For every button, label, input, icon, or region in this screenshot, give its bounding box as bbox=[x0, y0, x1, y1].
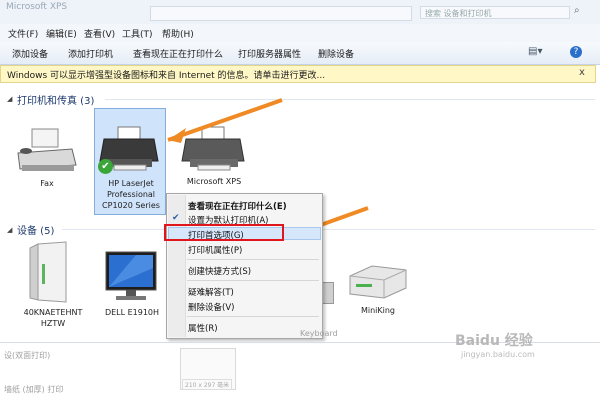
menu-separator bbox=[187, 280, 319, 281]
baidu-watermark: Baidu 经验 jingyan.baidu.com bbox=[455, 330, 535, 359]
context-menu: 查看现在正在打印什么(E) ✔ 设置为默认打印机(A) 打印首选项(G) 打印机… bbox=[166, 193, 323, 339]
menu-separator bbox=[187, 316, 319, 317]
menu-separator bbox=[187, 259, 319, 260]
watermark-url: jingyan.baidu.com bbox=[461, 350, 535, 359]
menu-item-troubleshoot[interactable]: 疑难解答(T) bbox=[188, 286, 234, 298]
menu-item-see-printing[interactable]: 查看现在正在打印什么(E) bbox=[188, 200, 287, 212]
menu-item-remove-device[interactable]: 删除设备(V) bbox=[188, 301, 234, 313]
menu-item-properties[interactable]: 属性(R) bbox=[188, 322, 218, 334]
highlight-annotation-box bbox=[164, 224, 284, 241]
menu-item-create-shortcut[interactable]: 创建快捷方式(S) bbox=[188, 265, 251, 277]
paper-size-caption: 210 x 297 毫米 bbox=[182, 379, 233, 390]
menu-item-printer-properties[interactable]: 打印机属性(P) bbox=[188, 244, 242, 256]
checkmark-icon: ✔ bbox=[172, 213, 180, 223]
keyboard-label: Keyboard bbox=[300, 329, 338, 338]
background-text: 墙纸 (加厚) 打印 bbox=[4, 385, 64, 394]
watermark-brand: Baidu 经验 bbox=[455, 333, 533, 349]
background-text: 设(双面打印) bbox=[4, 351, 51, 360]
